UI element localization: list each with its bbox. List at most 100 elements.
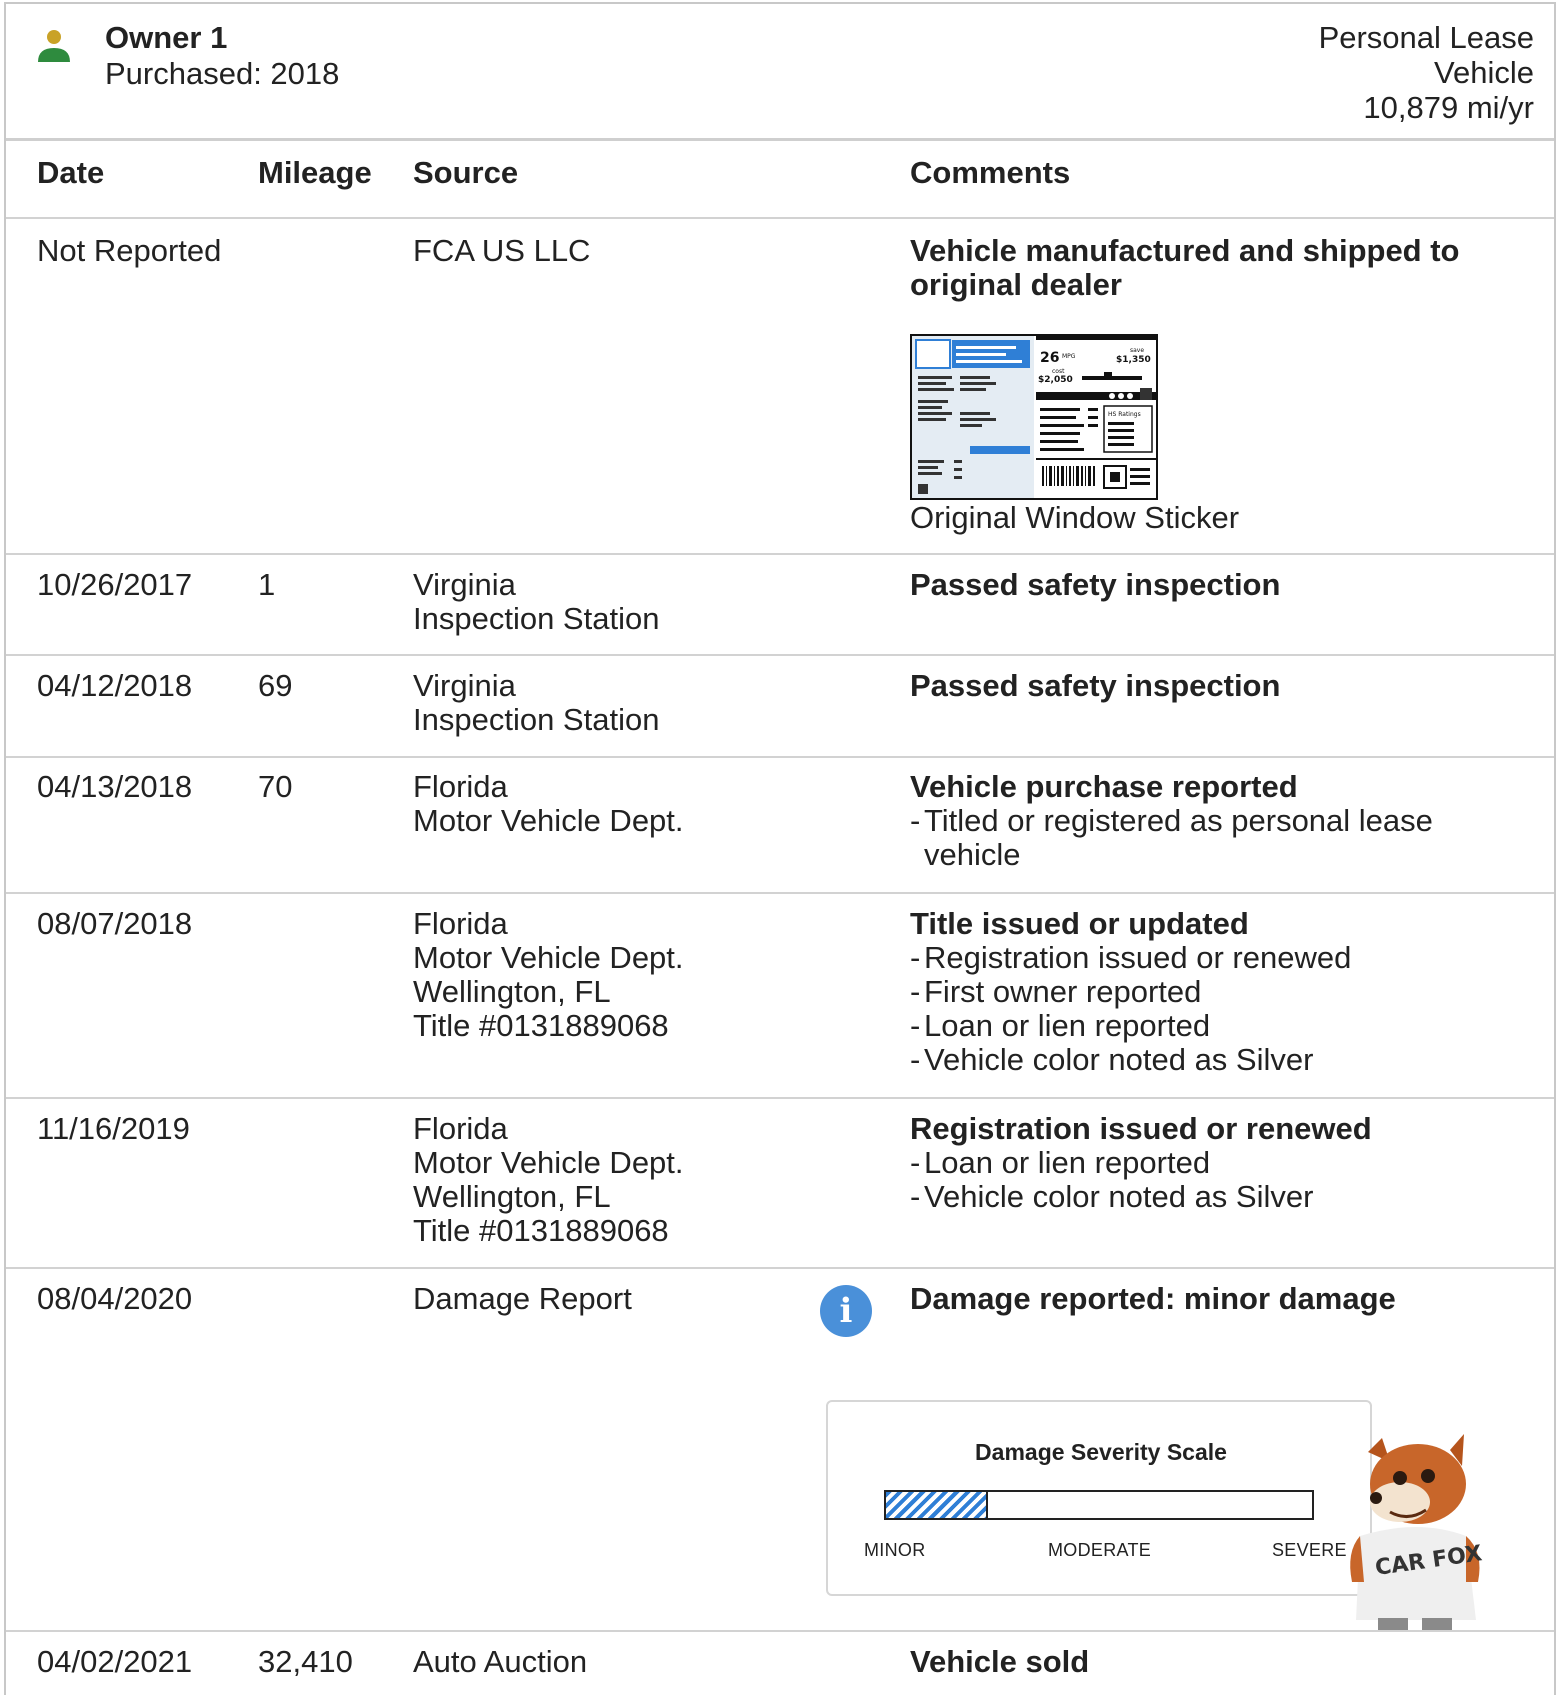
row-divider <box>6 1630 1554 1632</box>
source-line: Motor Vehicle Dept. <box>413 803 684 838</box>
owner-purchased-year: Purchased: 2018 <box>105 56 340 91</box>
owner-header: Owner 1 Purchased: 2018 Personal Lease V… <box>6 4 1554 141</box>
sticker-ratings-label: HS Ratings <box>1108 411 1141 418</box>
window-sticker-image: 26 MPG save $1,350 cost $2,050 HS Rating… <box>912 336 1156 498</box>
owner-type-line1: Personal Lease <box>1318 20 1534 55</box>
record-mileage: 69 <box>258 668 293 703</box>
comment-title: Vehicle purchase reported <box>910 769 1298 804</box>
record-comments: Vehicle purchase reported Titled or regi… <box>910 770 1520 872</box>
sticker-save-label: save <box>1130 347 1144 354</box>
damage-severity-scale: Damage Severity Scale MINOR MODERATE SEV… <box>826 1400 1372 1596</box>
record-mileage: 32,410 <box>258 1644 353 1679</box>
record-date: 10/26/2017 <box>37 567 193 602</box>
source-line: Title #0131889068 <box>413 1008 669 1043</box>
row-divider <box>6 1097 1554 1099</box>
comment-title: Passed safety inspection <box>910 567 1281 602</box>
row-divider <box>6 892 1554 894</box>
record-mileage: 70 <box>258 769 293 804</box>
window-sticker-link[interactable]: Original Window Sticker <box>910 500 1239 536</box>
record-mileage: 1 <box>258 567 276 602</box>
source-line: Motor Vehicle Dept. <box>413 1145 684 1180</box>
record-source: Florida Motor Vehicle Dept. Wellington, … <box>413 1112 684 1248</box>
source-line: FCA US LLC <box>413 233 591 268</box>
source-line: Florida <box>413 906 508 941</box>
record-date: Not Reported <box>37 233 222 268</box>
owner-summary: Personal Lease Vehicle 10,879 mi/yr <box>1319 20 1534 125</box>
record-source: Virginia Inspection Station <box>413 669 659 737</box>
source-line: Wellington, FL <box>413 974 611 1009</box>
severity-label-moderate: MODERATE <box>1048 1540 1152 1560</box>
comment-item: Vehicle color noted as Silver <box>910 1180 1520 1215</box>
sticker-cost-label: cost <box>1052 368 1065 375</box>
comment-item: First owner reported <box>910 975 1520 1010</box>
row-divider <box>6 1267 1554 1269</box>
record-comments: Passed safety inspection <box>910 669 1520 703</box>
record-date: 04/12/2018 <box>37 668 193 703</box>
sticker-cost-amount: $2,050 <box>1038 375 1073 385</box>
column-header-date: Date <box>37 155 105 190</box>
severity-label-severe: SEVERE <box>1272 1540 1347 1560</box>
row-divider <box>6 553 1554 555</box>
severity-track <box>884 1490 1314 1520</box>
record-date: 04/02/2021 <box>37 1644 193 1679</box>
comment-item: Titled or registered as personal lease <box>910 804 1520 839</box>
source-line: Florida <box>413 1111 508 1146</box>
severity-label-minor: MINOR <box>864 1540 926 1560</box>
record-comments: Registration issued or renewed Loan or l… <box>910 1111 1520 1215</box>
owner-title: Owner 1 <box>105 20 228 55</box>
record-date: 04/13/2018 <box>37 769 193 804</box>
comment-item: Loan or lien reported <box>910 1146 1520 1181</box>
row-divider <box>6 217 1554 219</box>
comment-item: Registration issued or renewed <box>910 941 1520 976</box>
owner-mileage-rate: 10,879 mi/yr <box>1363 90 1534 125</box>
record-source: Florida Motor Vehicle Dept. Wellington, … <box>413 907 684 1043</box>
comment-title: Passed safety inspection <box>910 668 1281 703</box>
comment-title: Title issued or updated <box>910 906 1249 941</box>
source-line: Virginia <box>413 567 516 602</box>
owner-type-line2: Vehicle <box>1434 55 1534 90</box>
source-line: Florida <box>413 769 508 804</box>
comment-title: Vehicle manufactured and shipped to orig… <box>910 233 1460 302</box>
sticker-mpg-unit: MPG <box>1062 353 1076 360</box>
source-line: Wellington, FL <box>413 1179 611 1214</box>
severity-title: Damage Severity Scale <box>975 1439 1227 1465</box>
record-source: FCA US LLC <box>413 234 590 268</box>
source-line: Motor Vehicle Dept. <box>413 940 684 975</box>
sticker-save-amount: $1,350 <box>1116 355 1151 365</box>
comment-item-continued: vehicle <box>924 837 1021 872</box>
record-comments: Damage reported: minor damage <box>910 1282 1520 1316</box>
record-source: Damage Report <box>413 1282 632 1316</box>
source-line: Inspection Station <box>413 601 660 636</box>
record-date: 08/07/2018 <box>37 906 193 941</box>
comment-title: Vehicle sold <box>910 1644 1090 1679</box>
comment-item: Loan or lien reported <box>910 1009 1520 1044</box>
row-divider <box>6 654 1554 656</box>
record-comments: Vehicle manufactured and shipped to orig… <box>910 234 1520 302</box>
source-line: Title #0131889068 <box>413 1213 669 1248</box>
record-date: 08/04/2020 <box>37 1281 193 1316</box>
carfox-mascot-image: CAR FOX <box>1350 1434 1484 1632</box>
source-line: Inspection Station <box>413 702 660 737</box>
info-icon[interactable]: i <box>820 1285 872 1337</box>
sticker-mpg: 26 <box>1040 350 1059 366</box>
record-source: Virginia Inspection Station <box>413 568 659 636</box>
source-line: Damage Report <box>413 1281 632 1316</box>
window-sticker-thumbnail[interactable]: 26 MPG save $1,350 cost $2,050 HS Rating… <box>910 334 1158 500</box>
source-line: Auto Auction <box>413 1644 588 1679</box>
column-header-comments: Comments <box>910 155 1071 190</box>
comment-title: Damage reported: minor damage <box>910 1281 1396 1316</box>
source-line: Virginia <box>413 668 516 703</box>
person-icon <box>38 30 70 62</box>
column-header-mileage: Mileage <box>258 155 372 190</box>
column-header-source: Source <box>413 155 519 190</box>
record-source: Florida Motor Vehicle Dept. <box>413 770 684 838</box>
row-divider <box>6 756 1554 758</box>
record-source: Auto Auction <box>413 1645 587 1679</box>
record-date: 11/16/2019 <box>37 1111 190 1146</box>
severity-fill <box>886 1492 989 1518</box>
comment-item: Vehicle color noted as Silver <box>910 1043 1520 1078</box>
comment-title: Registration issued or renewed <box>910 1111 1372 1146</box>
record-comments: Vehicle sold <box>910 1645 1520 1679</box>
record-comments: Passed safety inspection <box>910 568 1520 602</box>
record-comments: Title issued or updated Registration iss… <box>910 906 1520 1078</box>
